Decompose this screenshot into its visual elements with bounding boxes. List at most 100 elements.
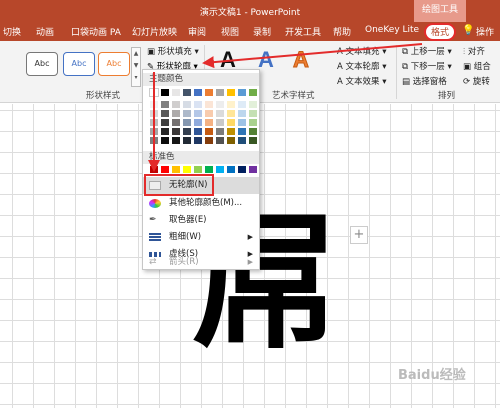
color-swatch[interactable]	[216, 119, 224, 126]
color-swatch[interactable]	[183, 137, 191, 144]
color-swatch[interactable]	[227, 137, 235, 144]
color-swatch[interactable]	[194, 110, 202, 117]
color-swatch[interactable]	[238, 89, 246, 96]
color-swatch[interactable]	[183, 101, 191, 108]
color-swatch[interactable]	[205, 137, 213, 144]
color-swatch[interactable]	[216, 166, 224, 173]
tab-developer[interactable]: 开发工具	[285, 25, 321, 38]
more-outline-colors-item[interactable]: 其他轮廓颜色(M)...	[143, 195, 259, 212]
color-swatch[interactable]	[227, 166, 235, 173]
send-backward-button[interactable]: ⧉ 下移一层 ▾	[402, 60, 452, 72]
color-swatch[interactable]	[194, 166, 202, 173]
group-button[interactable]: ▣ 组合	[463, 60, 491, 72]
color-swatch[interactable]	[172, 110, 180, 117]
color-swatch[interactable]	[150, 119, 158, 126]
tab-format[interactable]: 格式	[424, 23, 457, 41]
color-swatch[interactable]	[238, 128, 246, 135]
color-swatch[interactable]	[194, 119, 202, 126]
color-swatch[interactable]	[227, 128, 235, 135]
color-swatch[interactable]	[194, 89, 202, 96]
color-swatch[interactable]	[205, 101, 213, 108]
color-swatch[interactable]	[238, 110, 246, 117]
color-swatch[interactable]	[149, 88, 159, 97]
gallery-scroll[interactable]: ▲ ▼ ▾	[131, 47, 141, 87]
text-effect-button[interactable]: A 文本效果 ▾	[337, 75, 387, 87]
color-swatch[interactable]	[172, 137, 180, 144]
color-swatch[interactable]	[150, 101, 158, 108]
color-swatch[interactable]	[205, 166, 213, 173]
color-swatch[interactable]	[183, 89, 191, 96]
color-swatch[interactable]	[249, 166, 257, 173]
color-swatch[interactable]	[161, 119, 169, 126]
shape-style-sample[interactable]: Abc	[26, 52, 58, 76]
text-outline-button[interactable]: A 文本轮廓 ▾	[337, 60, 387, 72]
shape-fill-button[interactable]: ▣ 形状填充 ▾	[147, 45, 199, 57]
color-swatch[interactable]	[249, 137, 257, 144]
color-swatch[interactable]	[227, 110, 235, 117]
tab-help[interactable]: 帮助	[333, 25, 351, 38]
tab-transitions[interactable]: 切换	[3, 25, 21, 38]
color-swatch[interactable]	[172, 119, 180, 126]
color-swatch[interactable]	[161, 137, 169, 144]
bring-forward-button[interactable]: ⧉ 上移一层 ▾	[402, 45, 452, 57]
color-swatch[interactable]	[161, 89, 169, 96]
eyedropper-item[interactable]: ✒ 取色器(E)	[143, 212, 259, 229]
color-swatch[interactable]	[238, 119, 246, 126]
rotate-button[interactable]: ⟳ 旋转	[463, 75, 490, 87]
color-swatch[interactable]	[194, 128, 202, 135]
lightbulb-icon[interactable]: 💡	[462, 25, 474, 36]
wordart-style-orange[interactable]: A	[293, 47, 310, 73]
color-swatch[interactable]	[249, 119, 257, 126]
color-swatch[interactable]	[249, 89, 257, 96]
tab-record[interactable]: 录制	[253, 25, 271, 38]
arrows-item[interactable]: ⇄ 箭头(R) ▶	[143, 254, 259, 271]
color-swatch[interactable]	[238, 137, 246, 144]
color-swatch[interactable]	[205, 128, 213, 135]
text-fill-button[interactable]: A 文本填充 ▾	[337, 45, 387, 57]
color-swatch[interactable]	[172, 166, 180, 173]
color-swatch[interactable]	[227, 119, 235, 126]
color-swatch[interactable]	[205, 110, 213, 117]
tab-onekey-lite[interactable]: OneKey Lite	[365, 25, 419, 35]
shape-style-sample[interactable]: Abc	[98, 52, 130, 76]
color-swatch[interactable]	[205, 89, 213, 96]
color-swatch[interactable]	[172, 128, 180, 135]
color-swatch[interactable]	[249, 101, 257, 108]
selection-pane-button[interactable]: ▤ 选择窗格	[402, 75, 447, 87]
color-swatch[interactable]	[205, 119, 213, 126]
wordart-style-blue[interactable]: A	[258, 47, 274, 73]
color-swatch[interactable]	[172, 101, 180, 108]
color-swatch[interactable]	[238, 101, 246, 108]
color-swatch[interactable]	[216, 89, 224, 96]
tab-animations[interactable]: 动画	[36, 25, 54, 38]
color-swatch[interactable]	[183, 119, 191, 126]
color-swatch[interactable]	[172, 89, 180, 96]
tab-review[interactable]: 审阅	[188, 25, 206, 38]
color-swatch[interactable]	[161, 101, 169, 108]
tab-pocket-animation[interactable]: 口袋动画 PA	[71, 25, 121, 38]
tab-tell-me[interactable]: 操作	[476, 25, 494, 38]
add-icon[interactable]: +	[350, 226, 368, 244]
color-swatch[interactable]	[216, 137, 224, 144]
tab-view[interactable]: 视图	[221, 25, 239, 38]
color-swatch[interactable]	[216, 128, 224, 135]
color-swatch[interactable]	[216, 110, 224, 117]
color-swatch[interactable]	[150, 110, 158, 117]
color-swatch[interactable]	[161, 166, 169, 173]
color-swatch[interactable]	[161, 128, 169, 135]
shape-style-sample[interactable]: Abc	[63, 52, 95, 76]
color-swatch[interactable]	[227, 101, 235, 108]
color-swatch[interactable]	[183, 110, 191, 117]
color-swatch[interactable]	[194, 101, 202, 108]
color-swatch[interactable]	[216, 101, 224, 108]
color-swatch[interactable]	[150, 137, 158, 144]
color-swatch[interactable]	[249, 110, 257, 117]
color-swatch[interactable]	[249, 128, 257, 135]
color-swatch[interactable]	[194, 137, 202, 144]
color-swatch[interactable]	[150, 128, 158, 135]
tab-slideshow[interactable]: 幻灯片放映	[132, 25, 177, 38]
color-swatch[interactable]	[161, 110, 169, 117]
color-swatch[interactable]	[150, 166, 158, 173]
color-swatch[interactable]	[183, 166, 191, 173]
align-button[interactable]: ⫶ 对齐	[463, 45, 485, 57]
